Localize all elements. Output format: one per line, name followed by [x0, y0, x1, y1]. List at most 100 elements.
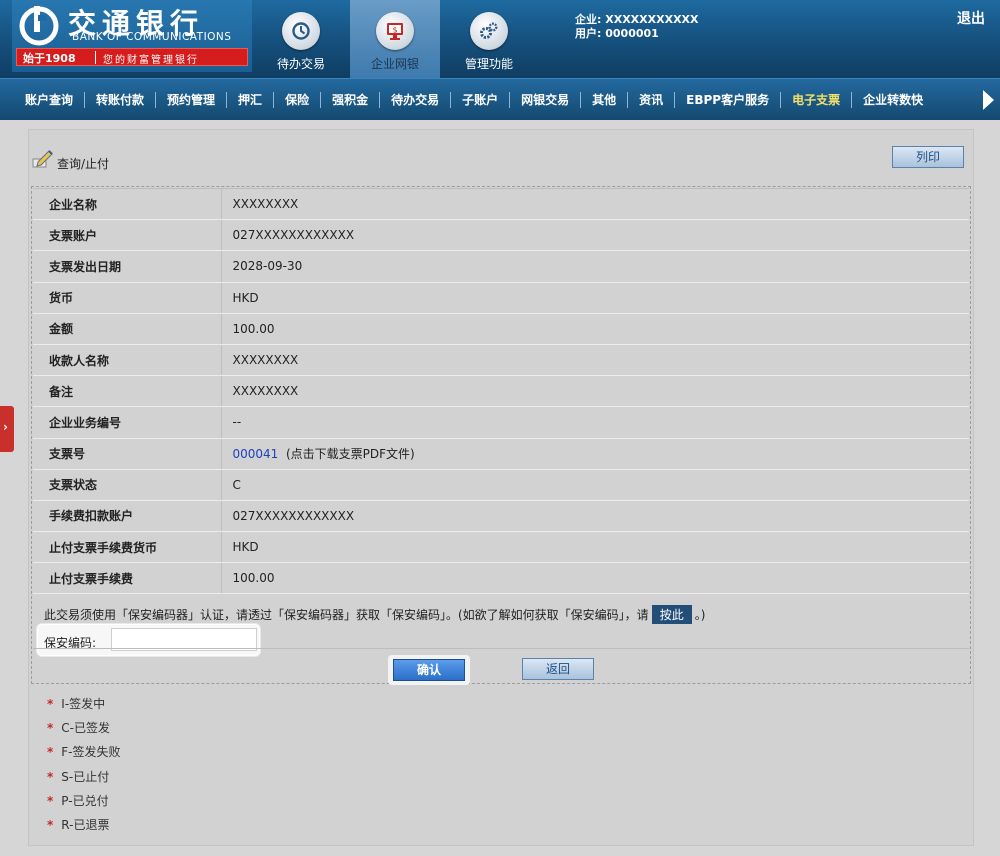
security-notice: 此交易须使用「保安编码器」认证，请透过「保安编码器」获取「保安编码」。(如欲了解…	[44, 605, 705, 624]
security-notice-end: 。)	[694, 608, 706, 622]
menu-item-insurance[interactable]: 保险	[274, 92, 322, 108]
header-nav-management[interactable]: 管理功能	[444, 0, 534, 78]
menu-item-transfer-payment[interactable]: 转账付款	[85, 92, 157, 108]
table-row: 止付支票手续费货币 HKD	[33, 531, 969, 564]
gear-icon	[470, 12, 508, 50]
table-row: 手续费扣款账户 027XXXXXXXXXXXX	[33, 499, 969, 533]
detail-value: C	[221, 468, 969, 501]
detail-label: 备注	[33, 375, 222, 408]
header-nav-label: 企业网银	[370, 57, 419, 71]
detail-value-cell: 000041 (点击下载支票PDF文件)	[221, 437, 969, 470]
menu-item-news[interactable]: 资讯	[628, 92, 676, 108]
table-row: 备注 XXXXXXXX	[33, 375, 969, 408]
asterisk-icon: *	[47, 769, 54, 784]
detail-label: 止付支票手续费	[33, 562, 222, 595]
detail-label: 收款人名称	[33, 343, 222, 377]
legend-text: P-已兑付	[61, 793, 109, 808]
monitor-icon: $	[376, 12, 414, 50]
menu-item-sub-account[interactable]: 子账户	[451, 92, 511, 108]
side-panel-toggle[interactable]: ›	[0, 406, 14, 452]
user-info: 企业: XXXXXXXXXXX 用户: 0000001	[575, 13, 699, 41]
clock-icon	[282, 12, 320, 50]
asterisk-icon: *	[47, 817, 54, 832]
action-button-row: 确认 返回	[33, 648, 969, 685]
slogan-divider	[95, 51, 96, 64]
legend-text: R-已退票	[61, 817, 110, 832]
company-name: 企业: XXXXXXXXXXX	[575, 13, 699, 26]
detail-value: 100.00	[221, 562, 969, 595]
table-row: 支票发出日期 2028-09-30	[33, 250, 969, 283]
click-here-link[interactable]: 按此	[651, 605, 692, 624]
detail-value: 027XXXXXXXXXXXX	[221, 219, 969, 252]
header-nav-corporate-banking[interactable]: $ 企业网银	[350, 0, 440, 78]
page-title: 查询/止付	[57, 157, 110, 171]
edit-pencil-icon	[32, 150, 53, 168]
bank-name-en: BANK OF COMMUNICATIONS	[72, 31, 232, 43]
table-row: 收款人名称 XXXXXXXX	[33, 343, 969, 377]
detail-label: 企业业务编号	[33, 406, 222, 439]
menu-item-echeque[interactable]: 电子支票	[781, 92, 853, 108]
table-row: 金额 100.00	[33, 312, 969, 345]
table-row: 支票号 000041 (点击下载支票PDF文件)	[33, 437, 969, 470]
bank-slogan-bar: 始于1908 您的财富管理银行	[16, 48, 248, 66]
table-row: 货币 HKD	[33, 281, 969, 314]
svg-text:$: $	[392, 26, 397, 35]
user-id: 用户: 0000001	[575, 27, 659, 40]
back-button[interactable]: 返回	[522, 658, 594, 680]
detail-label: 止付支票手续费货币	[33, 531, 222, 564]
menu-item-fps[interactable]: 企业转数快	[852, 92, 934, 108]
legend-item: * F-签发失败	[47, 743, 121, 767]
main-menu-items: 账户查询 转账付款 预约管理 押汇 保险 强积金 待办交易 子账户 网银交易 其…	[14, 79, 934, 121]
detail-label: 货币	[33, 281, 222, 314]
legend-text: C-已签发	[61, 721, 110, 736]
main-content: 查询/止付 列印 企业名称 XXXXXXXX 支票账户 027XXXXXXXXXXX…	[28, 129, 974, 846]
cheque-detail-panel: 企业名称 XXXXXXXX 支票账户 027XXXXXXXXXXXX 支票发出日期 2…	[31, 186, 971, 685]
detail-label: 企业名称	[33, 187, 222, 221]
table-row: 支票状态 C	[33, 468, 969, 501]
confirm-button[interactable]: 确认	[393, 659, 465, 681]
menu-item-account-inquiry[interactable]: 账户查询	[14, 92, 86, 108]
legend-item: * S-已止付	[47, 768, 121, 792]
menu-item-pending[interactable]: 待办交易	[380, 92, 452, 108]
asterisk-icon: *	[47, 745, 54, 760]
menu-item-ebpp[interactable]: EBPP客户服务	[675, 92, 782, 108]
header-nav-label: 待办交易	[276, 57, 325, 71]
header-nav-pending-transactions[interactable]: 待办交易	[256, 0, 346, 78]
table-row: 企业业务编号 --	[33, 406, 969, 439]
header-nav-label: 管理功能	[464, 57, 513, 71]
asterisk-icon: *	[47, 793, 54, 808]
detail-value: XXXXXXXX	[221, 343, 969, 377]
menu-item-online-transactions[interactable]: 网银交易	[510, 92, 582, 108]
bank-founded-year: 始于1908	[23, 52, 76, 65]
print-button[interactable]: 列印	[892, 146, 964, 168]
legend-item: * P-已兑付	[47, 792, 121, 816]
detail-value: XXXXXXXX	[221, 375, 969, 408]
bank-logo[interactable]: 交通银行 BANK OF COMMUNICATIONS 始于1908 您的财富管…	[12, 0, 252, 72]
menu-item-bills[interactable]: 押汇	[227, 92, 275, 108]
table-row: 止付支票手续费 100.00	[33, 562, 969, 595]
legend-item: * I-签发中	[47, 695, 121, 719]
menu-item-scheduled[interactable]: 预约管理	[156, 92, 228, 108]
legend-text: F-签发失败	[61, 745, 121, 760]
menu-scroll-right-icon[interactable]	[983, 90, 994, 110]
legend-text: S-已止付	[61, 769, 110, 784]
detail-value: 2028-09-30	[221, 250, 969, 283]
menu-item-mpf[interactable]: 强积金	[321, 92, 381, 108]
logout-link[interactable]: 退出	[957, 8, 985, 28]
detail-value: 027XXXXXXXXXXXX	[221, 499, 969, 533]
detail-value: HKD	[221, 281, 969, 314]
table-row: 支票账户 027XXXXXXXXXXXX	[33, 219, 969, 252]
status-legend: * I-签发中 * C-已签发 * F-签发失败 * S-已止付 * P-已兑付 * R-已…	[47, 695, 121, 840]
menu-item-others[interactable]: 其他	[581, 92, 629, 108]
detail-label: 手续费扣款账户	[33, 499, 222, 533]
asterisk-icon: *	[47, 697, 54, 711]
bank-logo-mark-icon	[19, 6, 59, 46]
detail-label: 支票状态	[33, 468, 222, 501]
confirm-button-highlight: 确认	[388, 655, 470, 685]
detail-label: 金额	[33, 312, 222, 345]
main-menu-bar: 账户查询 转账付款 预约管理 押汇 保险 强积金 待办交易 子账户 网银交易 其…	[0, 78, 1000, 120]
detail-value: XXXXXXXX	[221, 187, 969, 221]
detail-value: 100.00	[221, 312, 969, 345]
cheque-number-link[interactable]: 000041	[233, 447, 279, 461]
legend-text: I-签发中	[61, 697, 106, 711]
